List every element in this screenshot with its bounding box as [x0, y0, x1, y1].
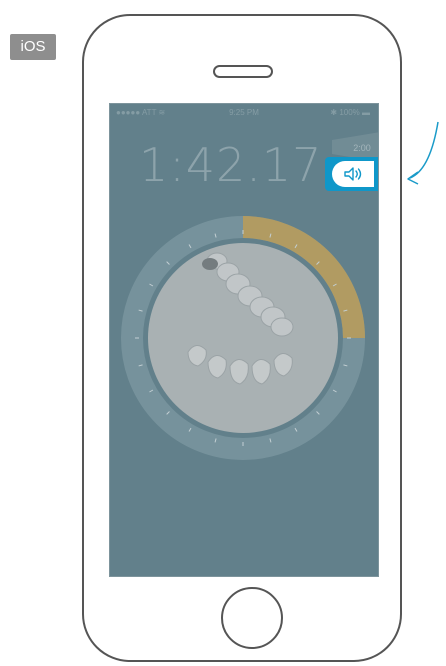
sound-toggle-button[interactable]: [325, 157, 378, 191]
home-button[interactable]: [221, 587, 283, 649]
callout-arrow: [407, 121, 439, 185]
phone-speaker: [213, 65, 273, 78]
speaker-icon: [344, 167, 362, 181]
platform-badge: iOS: [10, 34, 56, 60]
remaining-time-label: 2:00: [353, 143, 371, 153]
teeth-disc: [148, 243, 338, 433]
